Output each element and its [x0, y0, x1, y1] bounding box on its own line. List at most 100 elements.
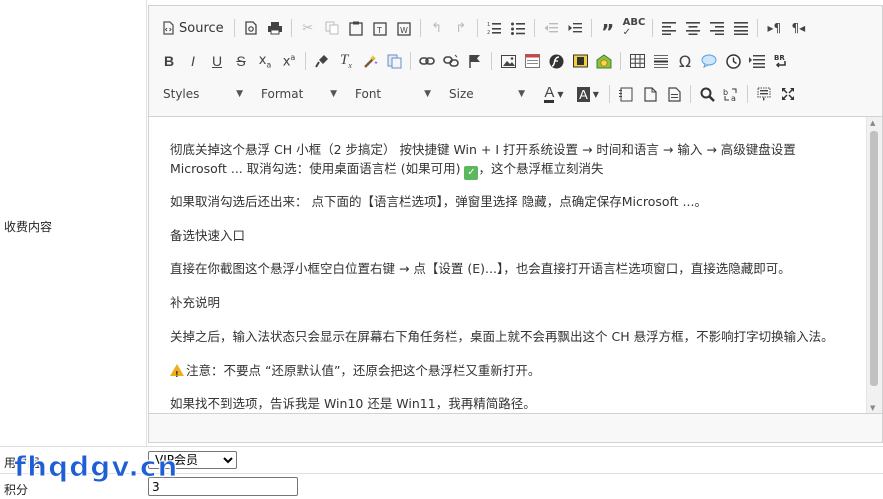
link-button[interactable] — [415, 49, 439, 73]
flash-button[interactable] — [544, 49, 568, 73]
show-blocks-icon — [619, 87, 633, 101]
print-button[interactable] — [263, 16, 287, 40]
scroll-thumb[interactable] — [870, 131, 878, 386]
horizontal-rule-icon — [654, 55, 668, 68]
anchor-flag-icon — [469, 55, 480, 68]
maximize-icon — [782, 88, 794, 100]
cut-button[interactable]: ✂ — [296, 16, 320, 40]
content-label: 收费内容 — [4, 220, 53, 234]
magic-wand-button[interactable] — [358, 49, 382, 73]
align-left-icon — [662, 22, 677, 35]
text-color-button[interactable]: A ▼ — [537, 82, 571, 106]
superscript-icon: xa — [282, 52, 296, 70]
page-break-icon — [749, 55, 765, 68]
font-combo[interactable]: Font ▼ — [349, 82, 435, 106]
paste-text-button[interactable]: T — [368, 16, 392, 40]
new-page-button[interactable] — [638, 82, 662, 106]
paste-word-icon: W — [397, 21, 411, 36]
numbered-list-button[interactable]: 12 — [482, 16, 506, 40]
new-page-icon — [643, 86, 657, 102]
smiley-button[interactable] — [592, 49, 616, 73]
special-char-button[interactable]: Ω — [673, 49, 697, 73]
document-icon — [667, 86, 681, 102]
scroll-up-icon[interactable]: ▲ — [870, 119, 875, 127]
anchor-button[interactable] — [463, 49, 487, 73]
separator — [491, 52, 492, 70]
select-all-icon — [757, 87, 771, 101]
outdent-button[interactable] — [539, 16, 563, 40]
chevron-down-icon: ▼ — [236, 89, 243, 99]
toolbar-row-1: Source ✂ T W ↰ ↱ 12 ” ABC ✓ ▸¶ ¶◂ — [157, 14, 810, 42]
replace-button[interactable]: ba — [719, 82, 743, 106]
strike-button[interactable]: S — [229, 49, 253, 73]
spellcheck-button[interactable]: ABC ✓ — [620, 16, 649, 40]
format-combo[interactable]: Format ▼ — [255, 82, 341, 106]
bold-button[interactable]: B — [157, 49, 181, 73]
maximize-button[interactable] — [776, 82, 800, 106]
underline-icon: U — [211, 53, 223, 69]
justify-icon — [734, 22, 749, 35]
align-center-button[interactable] — [681, 16, 705, 40]
copy-format-icon — [315, 55, 328, 68]
scroll-down-icon[interactable]: ▼ — [870, 404, 875, 412]
undo-icon: ↰ — [431, 20, 443, 36]
paste-button[interactable] — [344, 16, 368, 40]
media-button[interactable] — [568, 49, 592, 73]
source-button[interactable]: Source — [157, 16, 230, 40]
undo-button[interactable]: ↰ — [425, 16, 449, 40]
table-button[interactable] — [625, 49, 649, 73]
align-right-button[interactable] — [705, 16, 729, 40]
copy-button[interactable] — [320, 16, 344, 40]
bidi-button[interactable]: BR — [769, 49, 793, 73]
rtl-button[interactable]: ¶◂ — [786, 16, 810, 40]
blockquote-button[interactable]: ” — [596, 16, 620, 42]
image-button[interactable] — [496, 49, 520, 73]
preview-button[interactable] — [239, 16, 263, 40]
italic-button[interactable]: I — [181, 49, 205, 73]
editor-content[interactable]: 彻底关掉这个悬浮 CH 小框（2 步搞定） 按快捷键 Win + I 打开系统设… — [150, 117, 866, 414]
size-combo[interactable]: Size ▼ — [443, 82, 529, 106]
template-icon — [387, 54, 401, 68]
strike-icon: S — [236, 53, 246, 69]
template-button[interactable] — [382, 49, 406, 73]
separator — [476, 19, 478, 37]
bg-color-button[interactable]: A ▼ — [571, 82, 605, 106]
justify-button[interactable] — [729, 16, 753, 40]
separator — [410, 52, 411, 70]
underline-button[interactable]: U — [205, 49, 229, 73]
toolbar-row-3: Styles ▼ Format ▼ Font ▼ Size ▼ A ▼ A ▼ … — [157, 80, 800, 108]
page-break-button[interactable] — [745, 49, 769, 73]
print-icon — [267, 22, 282, 35]
subscript-button[interactable]: xa — [253, 49, 277, 73]
paste-word-button[interactable]: W — [392, 16, 416, 40]
content-scrollbar[interactable]: ▲ ▼ — [866, 117, 882, 414]
styles-combo[interactable]: Styles ▼ — [157, 82, 247, 106]
show-blocks-button[interactable] — [614, 82, 638, 106]
clock-button[interactable] — [721, 49, 745, 73]
superscript-button[interactable]: xa — [277, 49, 301, 73]
remove-format-button[interactable]: Tx — [334, 49, 358, 73]
document-button[interactable] — [662, 82, 686, 106]
special-char-icon: Ω — [678, 51, 692, 71]
copy-icon — [325, 21, 339, 35]
unlink-button[interactable] — [439, 49, 463, 73]
points-label: 积分 — [4, 483, 29, 497]
select-all-button[interactable] — [752, 82, 776, 106]
horizontal-rule-button[interactable] — [649, 49, 673, 73]
indent-button[interactable] — [563, 16, 587, 40]
redo-button[interactable]: ↱ — [449, 16, 473, 40]
find-button[interactable] — [695, 82, 719, 106]
content-paragraph: 补充说明 — [170, 295, 221, 310]
iframe-button[interactable] — [520, 49, 544, 73]
content-row: 收费内容 Source ✂ T W ↰ ↱ 1 2 ” ABC ✓ ▸¶ ¶◂ … — [0, 0, 883, 447]
ltr-button[interactable]: ▸¶ — [762, 16, 786, 40]
image-icon — [500, 54, 516, 68]
svg-text:2: 2 — [487, 30, 490, 35]
remove-format-icon: Tx — [340, 52, 352, 70]
indent-icon — [568, 23, 582, 33]
align-left-button[interactable] — [657, 16, 681, 40]
copy-format-button[interactable] — [310, 49, 334, 73]
bulleted-list-button[interactable] — [506, 16, 530, 40]
speech-button[interactable] — [697, 49, 721, 73]
editor-toolbar: Source ✂ T W ↰ ↱ 12 ” ABC ✓ ▸¶ ¶◂ B I U … — [149, 6, 882, 117]
